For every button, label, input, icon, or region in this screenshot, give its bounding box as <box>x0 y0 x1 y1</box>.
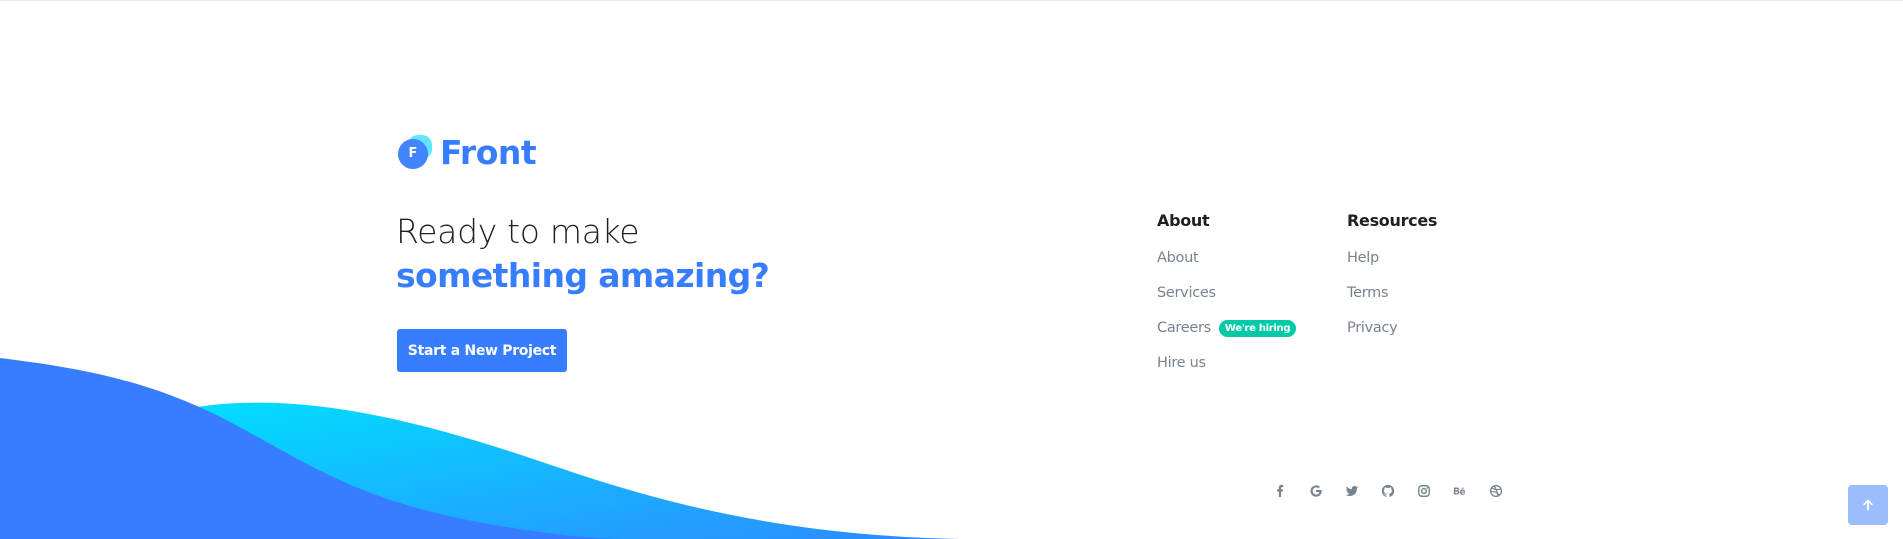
headline-line-1: Ready to make <box>396 212 640 251</box>
google-icon[interactable] <box>1305 480 1327 502</box>
brand-logo[interactable]: F Front <box>396 132 537 172</box>
resources-heading: Resources <box>1347 211 1438 230</box>
hiring-badge: We're hiring <box>1218 320 1297 337</box>
start-new-project-button[interactable]: Start a New Project <box>397 329 567 372</box>
hire-us-link[interactable]: Hire us <box>1157 353 1206 373</box>
careers-link[interactable]: Careers <box>1157 318 1211 338</box>
brand-name: Front <box>440 132 537 172</box>
services-link[interactable]: Services <box>1157 283 1216 303</box>
list-item: Careers We're hiring <box>1157 318 1297 353</box>
instagram-icon[interactable] <box>1413 480 1435 502</box>
privacy-link[interactable]: Privacy <box>1347 318 1398 338</box>
facebook-icon[interactable] <box>1269 480 1291 502</box>
social-links <box>1262 480 1514 502</box>
arrow-up-icon <box>1862 499 1874 511</box>
list-item: Terms <box>1347 283 1437 318</box>
list-item: Privacy <box>1347 318 1437 353</box>
resources-links: Help Terms Privacy <box>1347 248 1437 353</box>
twitter-icon[interactable] <box>1341 480 1363 502</box>
dribbble-icon[interactable] <box>1485 480 1507 502</box>
headline-line-2: something amazing? <box>396 255 770 295</box>
hero-headline: Ready to make something amazing? <box>396 212 770 299</box>
list-item: Hire us <box>1157 353 1296 388</box>
footer-resources-column: Resources Help Terms Privacy <box>1347 210 1437 353</box>
list-item: Services <box>1157 283 1296 318</box>
behance-icon[interactable] <box>1449 480 1471 502</box>
about-heading: About <box>1157 211 1210 230</box>
list-item: Help <box>1347 248 1437 283</box>
logo-mark-letter: F <box>408 146 418 161</box>
help-link[interactable]: Help <box>1347 248 1379 268</box>
github-icon[interactable] <box>1377 480 1399 502</box>
terms-link[interactable]: Terms <box>1347 283 1389 303</box>
list-item: About <box>1157 248 1296 283</box>
about-links: About Services Careers We're hiring Hire … <box>1157 248 1297 388</box>
top-divider <box>0 0 1903 1</box>
footer-about-column: About About Services Careers We're hiring… <box>1157 210 1297 388</box>
about-link[interactable]: About <box>1157 248 1199 268</box>
logo-mark-icon: F <box>396 133 434 171</box>
back-to-top-button[interactable] <box>1848 485 1888 525</box>
